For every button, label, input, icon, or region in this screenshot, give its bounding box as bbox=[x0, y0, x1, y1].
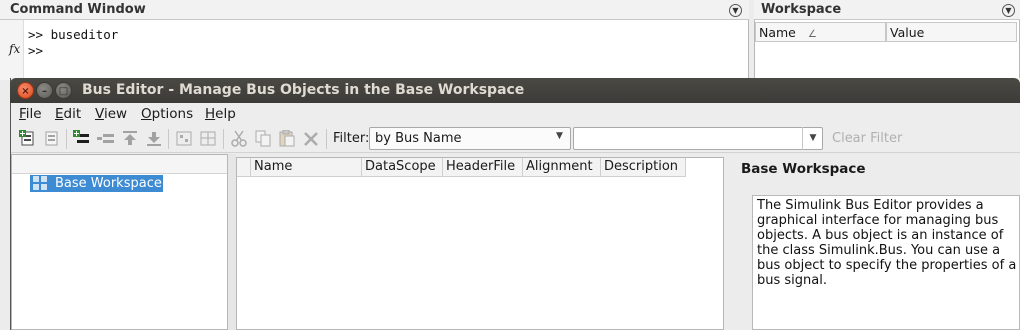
maximize-window-button[interactable]: □ bbox=[55, 82, 72, 99]
pane-splitter[interactable] bbox=[228, 154, 236, 330]
filter-mode-dropdown-icon[interactable]: ▼ bbox=[556, 131, 563, 141]
column-header-description[interactable]: Description bbox=[601, 158, 686, 177]
workspace-menu-chevron-icon[interactable]: ▼ bbox=[1002, 4, 1015, 17]
workspace-column-name-label: Name bbox=[759, 25, 796, 40]
menu-file[interactable]: File bbox=[19, 106, 42, 122]
bus-table-pane bbox=[236, 157, 724, 330]
info-description-text: The Simulink Bus Editor provides a graph… bbox=[757, 198, 1017, 288]
delete-icon[interactable] bbox=[302, 130, 320, 147]
toolbar-separator bbox=[223, 129, 224, 149]
workspace-column-value-label: Value bbox=[890, 25, 925, 40]
paste-icon[interactable] bbox=[278, 129, 296, 147]
command-prompt[interactable]: >> bbox=[28, 43, 43, 58]
workspace-column-value[interactable]: Value bbox=[886, 22, 1017, 42]
filter-mode-select[interactable]: by Bus Name bbox=[369, 127, 571, 150]
move-up-icon[interactable] bbox=[121, 130, 139, 147]
clear-filter-button[interactable]: Clear Filter bbox=[832, 131, 902, 146]
tree-item-label: Base Workspace bbox=[55, 176, 162, 191]
add-bus-copy-icon[interactable] bbox=[43, 130, 61, 147]
minimize-window-button[interactable]: – bbox=[36, 82, 53, 99]
create-simulink-object-icon[interactable] bbox=[175, 130, 193, 147]
sort-indicator-icon: ∠ bbox=[807, 29, 817, 40]
pane-splitter[interactable] bbox=[724, 154, 730, 330]
insert-element-icon[interactable] bbox=[97, 130, 115, 147]
function-browser-fx-icon[interactable]: fx bbox=[9, 42, 20, 56]
workspace-column-name[interactable]: Name ∠ bbox=[755, 22, 886, 42]
toolbar-separator bbox=[168, 129, 169, 149]
column-header-alignment[interactable]: Alignment bbox=[523, 158, 601, 177]
workspace-grid-icon bbox=[33, 176, 47, 190]
filter-label: Filter: bbox=[333, 131, 370, 146]
copy-icon[interactable] bbox=[254, 130, 272, 147]
cut-icon[interactable] bbox=[230, 130, 248, 147]
column-header-datascope[interactable]: DataScope bbox=[362, 158, 443, 177]
table-header-corner bbox=[237, 158, 251, 177]
toolbar-separator bbox=[326, 129, 327, 149]
command-window-menu-chevron-icon[interactable]: ▼ bbox=[729, 4, 742, 17]
close-window-button[interactable]: × bbox=[17, 82, 34, 99]
column-header-name[interactable]: Name bbox=[251, 158, 362, 177]
menu-view[interactable]: View bbox=[95, 106, 127, 122]
tree-header bbox=[12, 155, 227, 174]
filter-text-input[interactable] bbox=[573, 127, 823, 150]
menu-help[interactable]: Help bbox=[205, 106, 236, 122]
menu-edit[interactable]: Edit bbox=[55, 106, 81, 122]
filter-mode-value: by Bus Name bbox=[375, 131, 462, 146]
move-down-icon[interactable] bbox=[145, 130, 163, 147]
window-title: Bus Editor - Manage Bus Objects in the B… bbox=[82, 82, 525, 98]
column-header-headerfile[interactable]: HeaderFile bbox=[443, 158, 523, 177]
command-line: >> buseditor bbox=[28, 27, 119, 42]
command-window-title: Command Window bbox=[10, 2, 146, 17]
info-title: Base Workspace bbox=[741, 161, 866, 177]
workspace-title: Workspace bbox=[761, 2, 842, 17]
toolbar-separator bbox=[66, 129, 67, 149]
add-element-icon[interactable] bbox=[73, 130, 91, 147]
menu-options[interactable]: Options bbox=[141, 106, 193, 122]
create-object-grid-icon[interactable] bbox=[199, 130, 217, 147]
filter-history-dropdown-icon[interactable]: ▼ bbox=[802, 127, 823, 150]
add-bus-icon[interactable] bbox=[19, 130, 37, 147]
